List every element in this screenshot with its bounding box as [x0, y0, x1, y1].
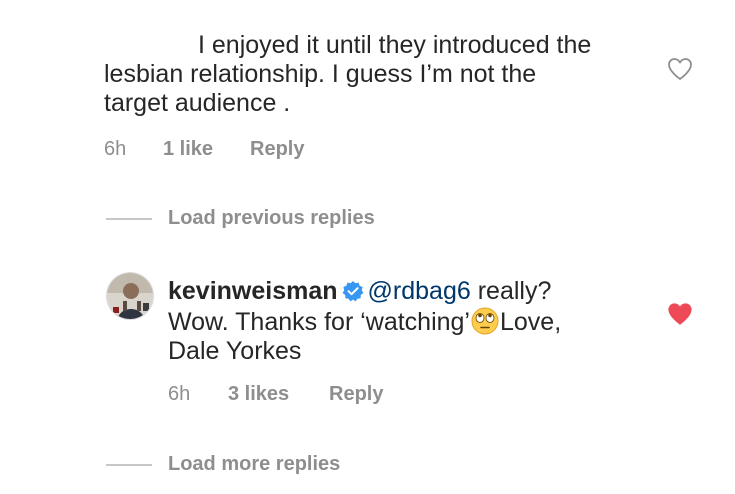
load-more-replies-link[interactable]: Load more replies	[168, 453, 340, 476]
likes-count[interactable]: 1 like	[163, 138, 213, 161]
reply-button[interactable]: Reply	[329, 383, 383, 406]
comment-meta: 6h	[104, 138, 126, 161]
divider	[106, 218, 152, 220]
verified-badge-icon	[342, 281, 363, 302]
comment-meta: 6h	[168, 383, 190, 406]
load-previous-replies-link[interactable]: Load previous replies	[168, 207, 375, 230]
likes-count[interactable]: 3 likes	[228, 383, 289, 406]
divider	[106, 464, 152, 466]
comment-text-line: target audience .	[104, 89, 291, 117]
comment-text-part: really?	[470, 277, 552, 305]
mention-link[interactable]: @rdbag6	[368, 277, 471, 305]
avatar[interactable]	[106, 272, 154, 320]
comment-text-part: Love,	[500, 308, 562, 336]
reply-label: Reply	[250, 138, 305, 160]
likes-label: 1 like	[163, 138, 214, 160]
comment-username[interactable]: kevinweisman	[168, 277, 338, 305]
comment-time: 6h	[168, 383, 191, 405]
comment-time: 6h	[104, 138, 127, 160]
heart-outline-icon[interactable]	[667, 57, 693, 81]
likes-label: 3 likes	[228, 383, 290, 405]
comment-text-part: Dale Yorkes	[168, 337, 302, 365]
comment-text-line: I enjoyed it until they introduced the	[198, 31, 592, 59]
reply-label: Reply	[329, 383, 384, 405]
comment-text-part: Wow. Thanks for ‘watching’	[168, 308, 470, 336]
eye-roll-emoji-icon	[471, 307, 499, 335]
reply-button[interactable]: Reply	[250, 138, 304, 161]
heart-filled-icon[interactable]	[667, 302, 693, 326]
avatar-image	[107, 273, 153, 319]
comment-text: kevinweisman @rdbag6 really? Wow. Thanks…	[168, 277, 638, 366]
comment-text: I enjoyed it until they introduced the l…	[104, 31, 644, 118]
comment-text-line: lesbian relationship. I guess I’m not th…	[104, 60, 537, 88]
